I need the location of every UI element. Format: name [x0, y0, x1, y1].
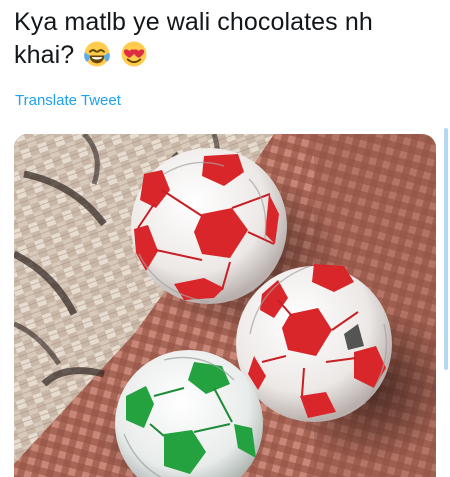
heart-eyes-icon [121, 41, 147, 67]
tweet-text: Kya matlb ye wali chocolates nh khai? [14, 6, 434, 72]
translate-tweet-link[interactable]: Translate Tweet [15, 92, 121, 109]
red-football-chocolate [131, 148, 287, 304]
scrollbar[interactable] [444, 128, 448, 370]
chocolate-balls-photo [14, 134, 436, 477]
face-with-tears-of-joy-icon [84, 41, 111, 67]
tweet-text-content: Kya matlb ye wali chocolates nh khai? [14, 8, 373, 69]
tweet-photo[interactable] [14, 134, 436, 477]
tweet-view: Kya matlb ye wali chocolates nh khai? Tr… [0, 0, 450, 477]
